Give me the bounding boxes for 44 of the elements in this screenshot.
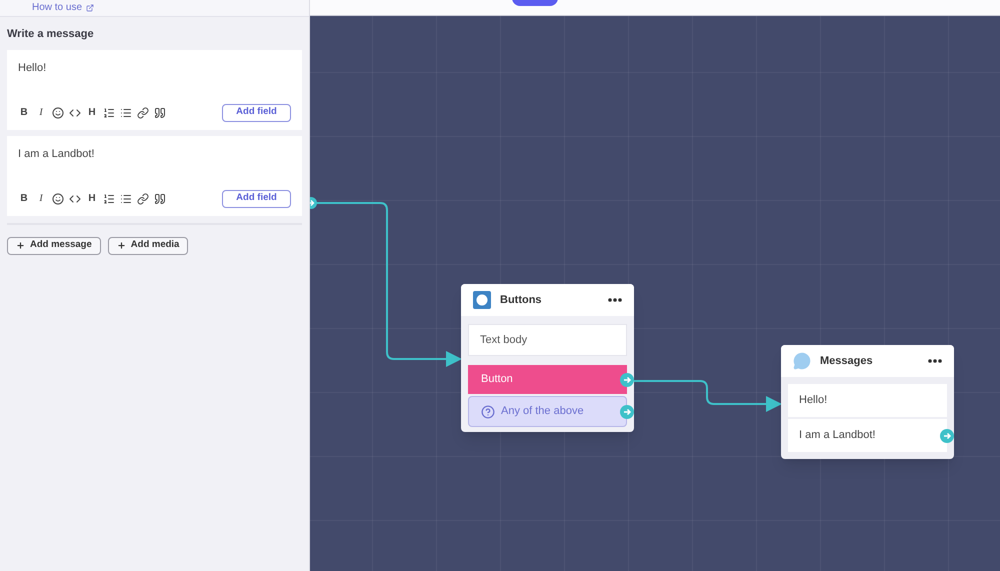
text-body-field[interactable]: Text body bbox=[468, 324, 627, 356]
plus-icon bbox=[116, 241, 126, 250]
italic-button[interactable]: I bbox=[35, 191, 47, 206]
link-icon[interactable] bbox=[137, 192, 149, 204]
button-label: Any of the above bbox=[501, 404, 584, 420]
question-icon bbox=[481, 404, 495, 418]
numbered-list-icon[interactable] bbox=[103, 106, 115, 118]
emoji-icon[interactable] bbox=[52, 106, 64, 118]
node-title: Buttons bbox=[500, 292, 543, 308]
input-port-icon[interactable] bbox=[310, 197, 317, 209]
message-editor[interactable]: I am a Landbot! B I H Add field bbox=[7, 136, 302, 216]
chat-bubble-icon bbox=[793, 352, 811, 370]
code-icon[interactable] bbox=[69, 106, 81, 118]
section-title: Write a message bbox=[6, 27, 95, 42]
italic-button[interactable]: I bbox=[35, 105, 47, 120]
output-port-icon[interactable] bbox=[620, 372, 634, 386]
message-bubble[interactable]: Hello! bbox=[788, 384, 947, 417]
plus-icon bbox=[16, 241, 25, 250]
message-bubble[interactable]: I am a Landbot! bbox=[788, 419, 947, 452]
node-title: Messages bbox=[820, 354, 874, 369]
format-button[interactable]: B bbox=[18, 105, 30, 120]
message-text: Hello! bbox=[18, 60, 48, 76]
add-button[interactable]: Add media bbox=[108, 236, 188, 254]
buttons-node[interactable]: Buttons Text body Button Any of the above bbox=[461, 284, 634, 432]
message-editor[interactable]: Hello! B I H Add field bbox=[7, 50, 302, 130]
add-button[interactable]: Add message bbox=[7, 236, 101, 254]
add-field-button[interactable]: Add field bbox=[222, 104, 291, 122]
more-icon[interactable] bbox=[608, 298, 622, 302]
more-icon[interactable] bbox=[928, 359, 942, 363]
help-link[interactable]: How to use bbox=[32, 3, 94, 13]
link-icon[interactable] bbox=[137, 106, 149, 118]
add-field-button[interactable]: Add field bbox=[222, 190, 291, 208]
numbered-list-icon[interactable] bbox=[103, 192, 115, 204]
message-text: I am a Landbot! bbox=[18, 146, 96, 162]
messages-node[interactable]: Messages Hello! I am a Landbot! bbox=[781, 345, 954, 459]
quote-icon[interactable] bbox=[154, 106, 166, 118]
button-block-icon bbox=[473, 291, 491, 309]
emoji-icon[interactable] bbox=[52, 192, 64, 204]
code-icon[interactable] bbox=[69, 192, 81, 204]
external-link-icon bbox=[86, 4, 94, 12]
quote-icon[interactable] bbox=[154, 192, 166, 204]
format-button[interactable]: H bbox=[86, 191, 98, 206]
format-button[interactable]: H bbox=[86, 105, 98, 120]
format-button[interactable]: B bbox=[18, 191, 30, 206]
